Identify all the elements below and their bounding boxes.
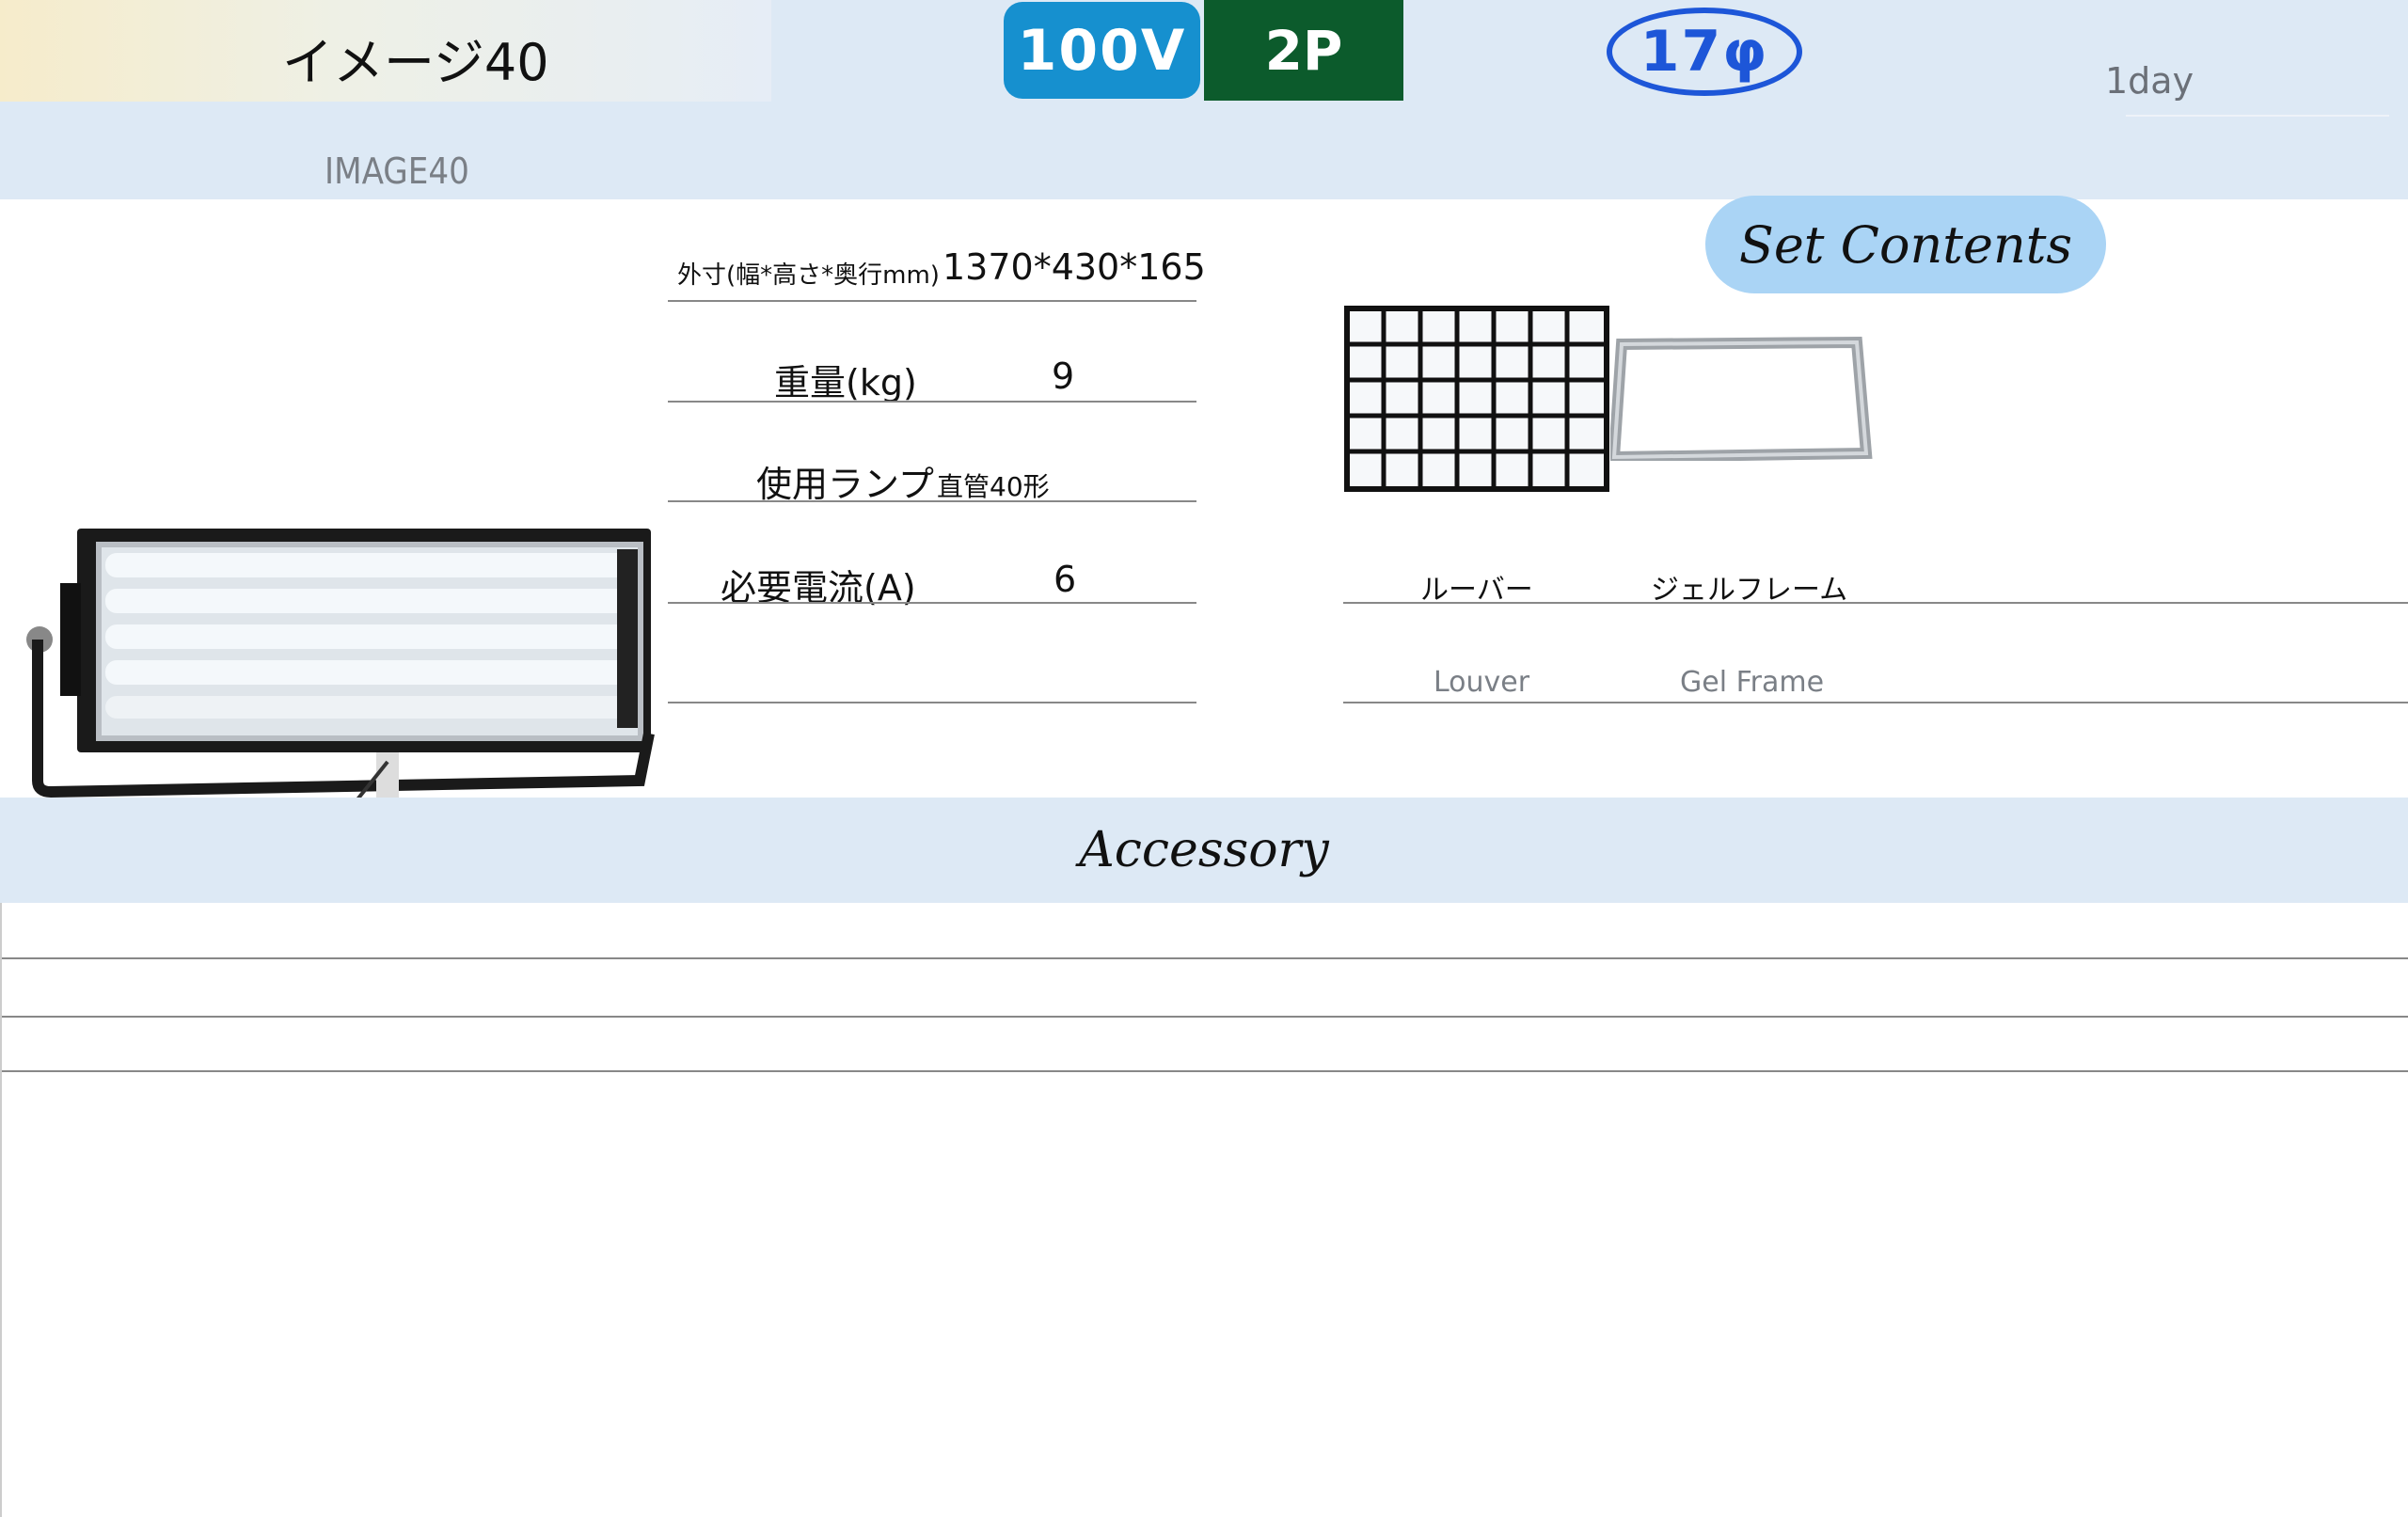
size-badge: 17φ bbox=[1607, 8, 1802, 96]
spec-divider bbox=[668, 401, 1196, 403]
product-title: イメージ40 bbox=[282, 33, 549, 92]
set-contents-divider bbox=[1343, 602, 2408, 604]
plug-badge: 2P bbox=[1204, 0, 1403, 101]
product-subtitle: IMAGE40 bbox=[325, 150, 469, 192]
weight-value: 9 bbox=[1052, 356, 1075, 397]
rental-period: 1day bbox=[2105, 60, 2194, 102]
accessory-row-divider bbox=[0, 1016, 2408, 1018]
accessory-heading: Accessory bbox=[0, 798, 2408, 903]
set-contents-divider bbox=[1343, 702, 2408, 703]
weight-label: 重量(kg) bbox=[774, 362, 917, 403]
louver-label-en: Louver bbox=[1434, 666, 1530, 699]
spec-divider bbox=[668, 602, 1196, 604]
accessory-row-divider bbox=[0, 1070, 2408, 1072]
spec-divider bbox=[668, 300, 1196, 302]
set-contents-heading: Set Contents bbox=[1705, 196, 2106, 293]
fluorescent-light-image bbox=[26, 529, 655, 799]
spec-divider bbox=[668, 500, 1196, 502]
page-left-border bbox=[0, 903, 2, 1517]
current-value: 6 bbox=[1054, 559, 1077, 600]
dimensions-value: 1370*430*165 bbox=[943, 246, 1206, 288]
louver-image bbox=[1344, 306, 1609, 492]
gel-frame-image bbox=[1610, 336, 1873, 461]
spec-divider bbox=[668, 702, 1196, 703]
dimensions-label: 外寸(幅*高さ*奥行mm) bbox=[677, 261, 940, 290]
voltage-badge: 100V bbox=[1004, 2, 1200, 99]
accessory-row-divider bbox=[0, 957, 2408, 959]
lamp-label: 使用ランプ bbox=[756, 464, 934, 505]
lamp-value: 直管40形 bbox=[937, 471, 1050, 502]
header-divider bbox=[2126, 115, 2389, 117]
gel-frame-label-en: Gel Frame bbox=[1680, 666, 1825, 699]
